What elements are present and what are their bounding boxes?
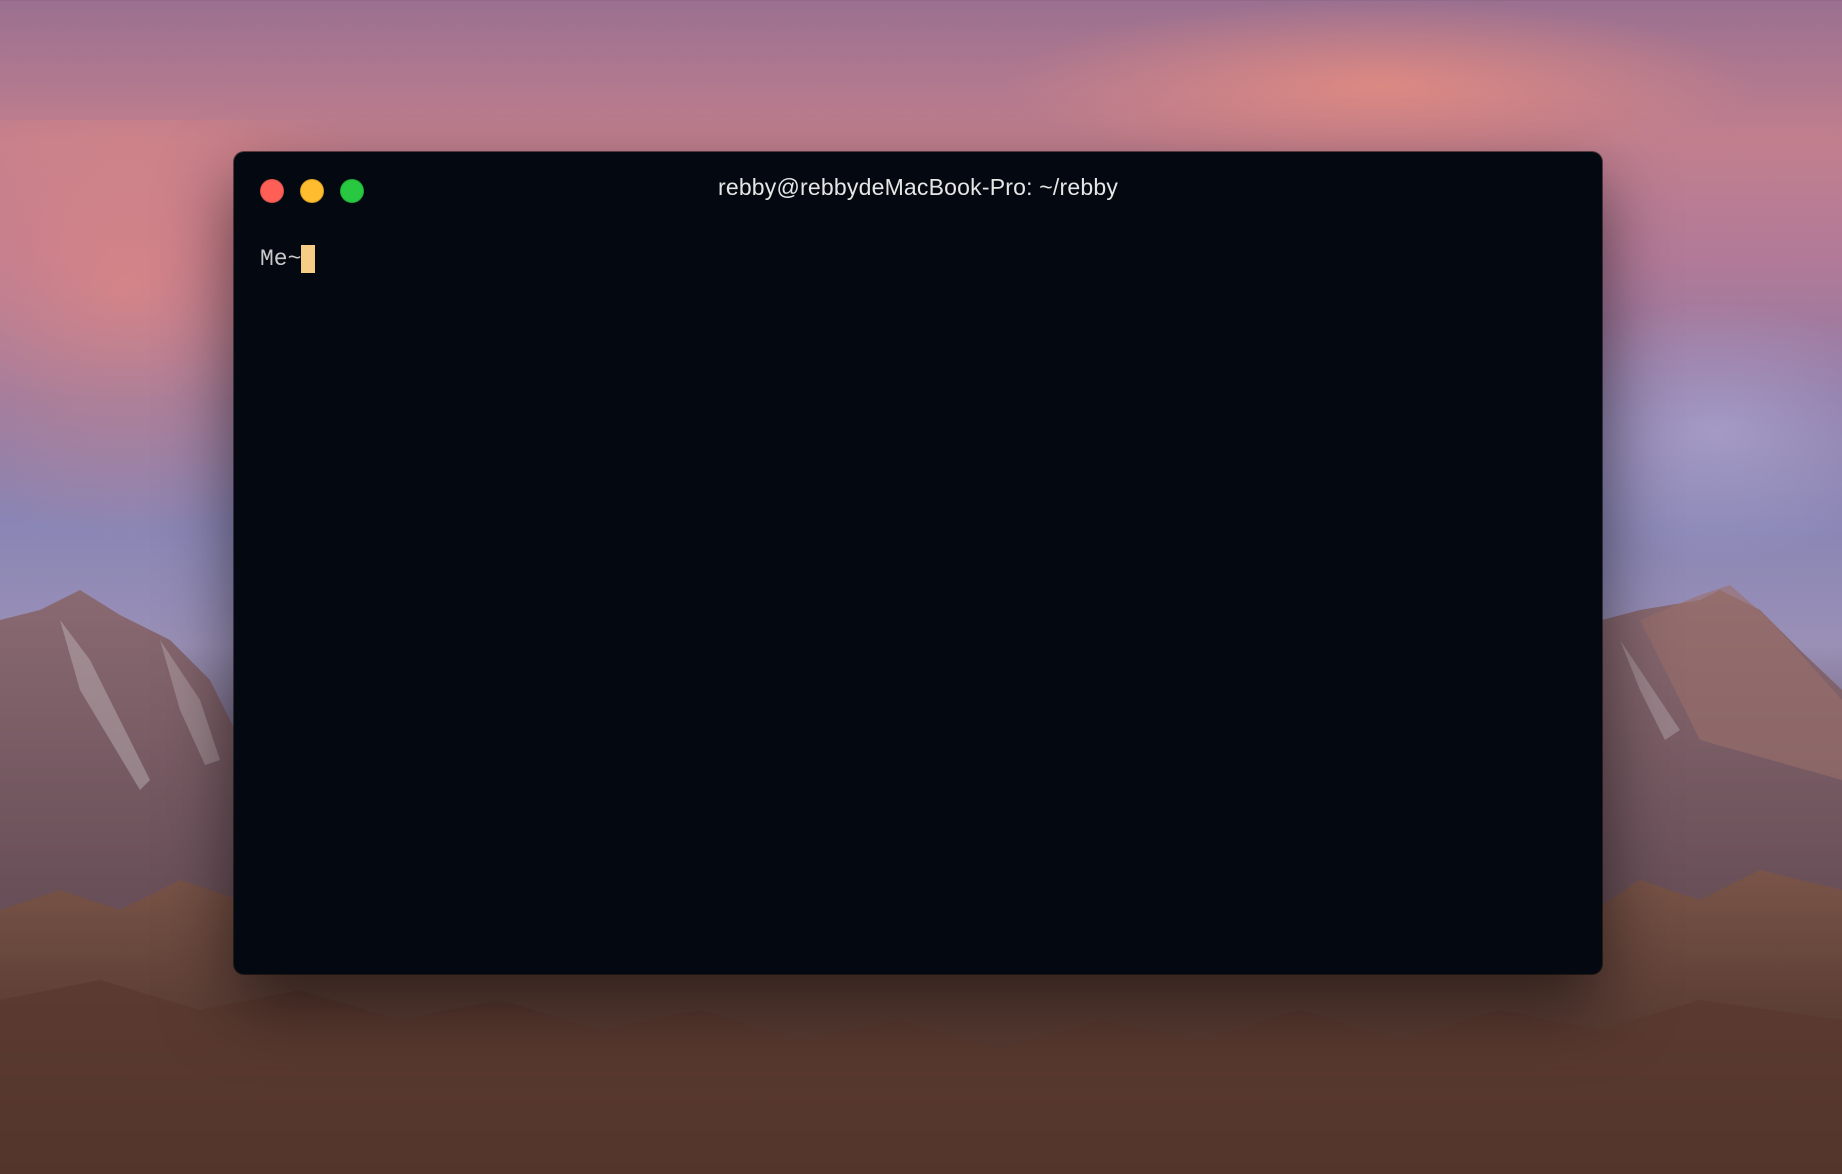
prompt-text: Me~	[260, 246, 302, 272]
sky-cloud-glow	[1000, 0, 1760, 170]
prompt-line: Me~	[260, 244, 1576, 274]
text-cursor	[301, 245, 316, 273]
window-title: rebby@rebbydeMacBook-Pro: ~/rebby	[717, 174, 1119, 200]
terminal-output[interactable]: Me~	[260, 244, 1576, 954]
title-bar[interactable]: rebby@rebbydeMacBook-Pro: ~/rebby	[234, 152, 1602, 224]
terminal-window[interactable]: rebby@rebbydeMacBook-Pro: ~/rebby Me~	[234, 152, 1602, 974]
